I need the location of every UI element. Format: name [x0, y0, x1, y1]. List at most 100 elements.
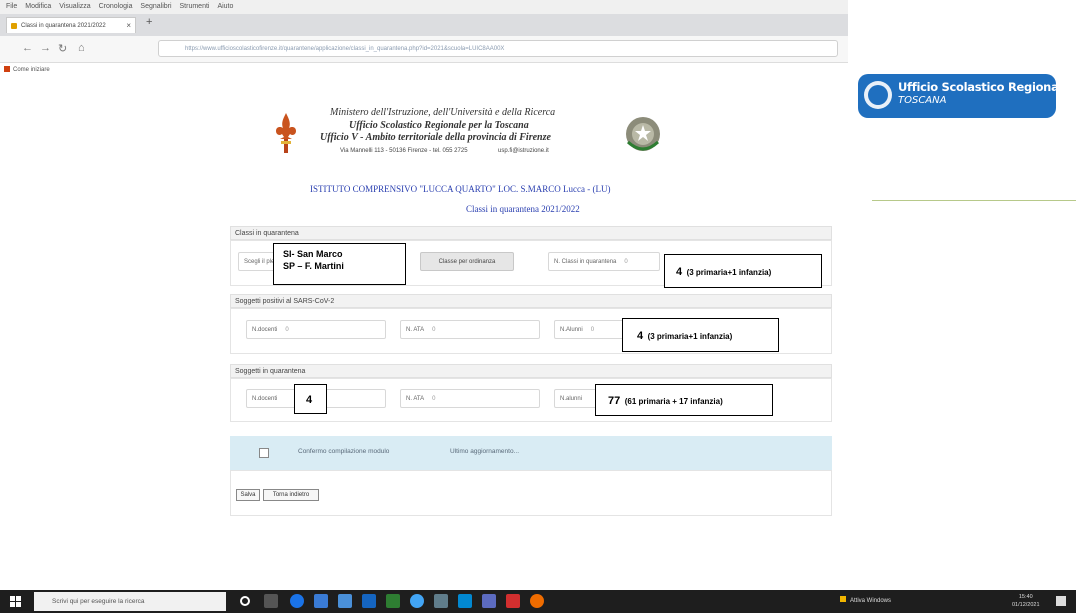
notification-icon[interactable] [840, 596, 846, 602]
torna-indietro-button[interactable]: Torna indietro [263, 489, 319, 501]
chrome-icon[interactable] [410, 594, 424, 608]
excel-icon[interactable] [386, 594, 400, 608]
usr-emblem-inner [868, 85, 888, 105]
menu-strumenti[interactable]: Strumenti [180, 3, 210, 10]
home-icon[interactable]: ⌂ [78, 42, 85, 54]
clock-date: 01/12/2021 [1012, 602, 1040, 608]
cortana-icon[interactable] [240, 596, 250, 606]
classe-per-ordinanza-label: Classe per ordinanza [438, 259, 496, 265]
url-text: https://www.ufficioscolasticofirenze.it/… [185, 46, 505, 52]
quarantena-ata-field[interactable]: N. ATA 0 [400, 389, 540, 408]
quarantena-ata-value: 0 [432, 396, 436, 402]
acrobat-icon[interactable] [506, 594, 520, 608]
confirm-checkbox[interactable] [259, 448, 269, 458]
quarantena-ata-label: N. ATA [406, 396, 425, 402]
file-explorer-icon[interactable] [314, 594, 328, 608]
teams-icon[interactable] [482, 594, 496, 608]
positivi-ata-field[interactable]: N. ATA 0 [400, 320, 540, 339]
quarantena-alunni-label: N.alunni [560, 396, 583, 402]
classi-quarantena-label: N. Classi in quarantena [554, 259, 617, 265]
header-contact: usp.fi@istruzione.it [498, 148, 549, 154]
firefox-icon [4, 66, 10, 72]
menu-file[interactable]: File [6, 3, 17, 10]
school-name: ISTITUTO COMPRENSIVO "LUCCA QUARTO" LOC.… [310, 184, 611, 194]
firefox-taskbar-icon[interactable] [530, 594, 544, 608]
edge-icon[interactable] [290, 594, 304, 608]
section-quarantena-title: Soggetti in quarantena [235, 368, 306, 375]
menu-aiuto[interactable]: Aiuto [217, 3, 233, 10]
back-icon[interactable]: ← [22, 42, 33, 54]
taskbar-search[interactable]: Scrivi qui per eseguire la ricerca [34, 592, 226, 611]
taskbar-search-placeholder: Scrivi qui per eseguire la ricerca [52, 598, 145, 605]
usr-emblem-icon [864, 81, 892, 109]
new-tab-icon[interactable]: + [146, 16, 152, 28]
positivi-ata-value: 0 [432, 327, 436, 333]
windows-start-icon[interactable] [10, 596, 21, 607]
usr-title: Ufficio Scolastico Regionale [898, 80, 1070, 94]
browser-window: File Modifica Visualizza Cronologia Segn… [0, 0, 848, 590]
header-usr: Ufficio Scolastico Regionale per la Tosc… [349, 120, 529, 131]
fleur-de-lis-logo-icon [276, 113, 296, 153]
tab-title: Classi in quarantena 2021/2022 [21, 23, 106, 29]
clock-time: 15:40 [1018, 594, 1033, 600]
positivi-alunni-value: 0 [590, 327, 595, 333]
menu-cronologia[interactable]: Cronologia [99, 3, 133, 10]
menu-segnalibri[interactable]: Segnalibri [140, 3, 171, 10]
classi-quarantena-value: 0 [624, 259, 628, 265]
menu-bar: File Modifica Visualizza Cronologia Segn… [0, 0, 848, 14]
section-classi-title: Classi in quarantena [235, 230, 299, 237]
decorative-divider [872, 200, 1076, 201]
salva-button[interactable]: Salva [236, 489, 260, 501]
italian-emblem-icon [626, 117, 660, 151]
section-positivi-header: Soggetti positivi al SARS-CoV-2 [230, 294, 832, 308]
store-icon[interactable] [338, 594, 352, 608]
menu-modifica[interactable]: Modifica [25, 3, 51, 10]
navigation-bar: ← → ↻ ⌂ https://www.ufficioscolasticofir… [0, 36, 848, 63]
header-address: Via Mannelli 113 - 50136 Firenze - tel. … [340, 148, 468, 154]
salva-label: Salva [240, 492, 256, 498]
windows-taskbar: Scrivi qui per eseguire la ricerca Attiv… [0, 590, 1076, 613]
browser-tab[interactable]: Classi in quarantena 2021/2022 × [6, 17, 136, 33]
torna-indietro-label: Torna indietro [272, 492, 310, 498]
action-center-icon[interactable] [1056, 596, 1066, 606]
callout-classi-number: 4 [676, 266, 683, 278]
callout-plessi-line2: SP – F. Martini [283, 261, 344, 271]
tray-text: Attiva Windows [850, 598, 892, 604]
callout-plessi: SI- San Marco SP – F. Martini [273, 243, 406, 285]
url-bar[interactable]: https://www.ufficioscolasticofirenze.it/… [158, 40, 838, 57]
usr-region: TOSCANA [898, 95, 947, 106]
favicon-icon [11, 23, 17, 29]
callout-docenti-number: 4 [306, 394, 313, 406]
close-tab-icon[interactable]: × [126, 18, 131, 33]
confirm-text: Confermo compilazione modulo [298, 448, 390, 455]
section-classi-header: Classi in quarantena [230, 226, 832, 240]
positivi-docenti-value: 0 [285, 327, 289, 333]
quarantena-docenti-label: N.docenti [252, 396, 278, 402]
positivi-docenti-field[interactable]: N.docenti 0 [246, 320, 386, 339]
task-view-icon[interactable] [264, 594, 278, 608]
callout-plessi-line1: SI- San Marco [283, 249, 343, 259]
app-icon[interactable] [434, 594, 448, 608]
skype-icon[interactable] [458, 594, 472, 608]
callout-classi-detail: (3 primaria+1 infanzia) [686, 268, 772, 277]
header-ministry: Ministero dell'Istruzione, dell'Universi… [330, 107, 556, 118]
positivi-alunni-label: N.Alunni [560, 327, 583, 333]
section-quarantena-header: Soggetti in quarantena [230, 364, 832, 378]
positivi-docenti-label: N.docenti [252, 327, 278, 333]
mail-icon[interactable] [362, 594, 376, 608]
reload-icon[interactable]: ↻ [58, 42, 67, 55]
classe-per-ordinanza-button[interactable]: Classe per ordinanza [420, 252, 514, 271]
system-tray: Attiva Windows [840, 596, 891, 604]
bookmark-come-iniziare[interactable]: Come iniziare [13, 67, 50, 73]
header-office: Ufficio V - Ambito territoriale della pr… [320, 132, 551, 143]
forward-icon[interactable]: → [40, 42, 51, 54]
callout-positivi-detail: (3 primaria+1 infanzia) [647, 332, 733, 341]
callout-docenti: 4 [294, 384, 327, 414]
classi-quarantena-field[interactable]: N. Classi in quarantena 0 [548, 252, 660, 271]
taskbar-clock[interactable]: 15:40 01/12/2021 [1012, 593, 1040, 609]
page-subtitle: Classi in quarantena 2021/2022 [466, 204, 580, 214]
callout-alunni-number: 77 [608, 395, 621, 407]
menu-visualizza[interactable]: Visualizza [59, 3, 90, 10]
tab-bar: Classi in quarantena 2021/2022 × [0, 14, 848, 36]
last-update-text: Ultimo aggiornamento... [450, 448, 520, 455]
